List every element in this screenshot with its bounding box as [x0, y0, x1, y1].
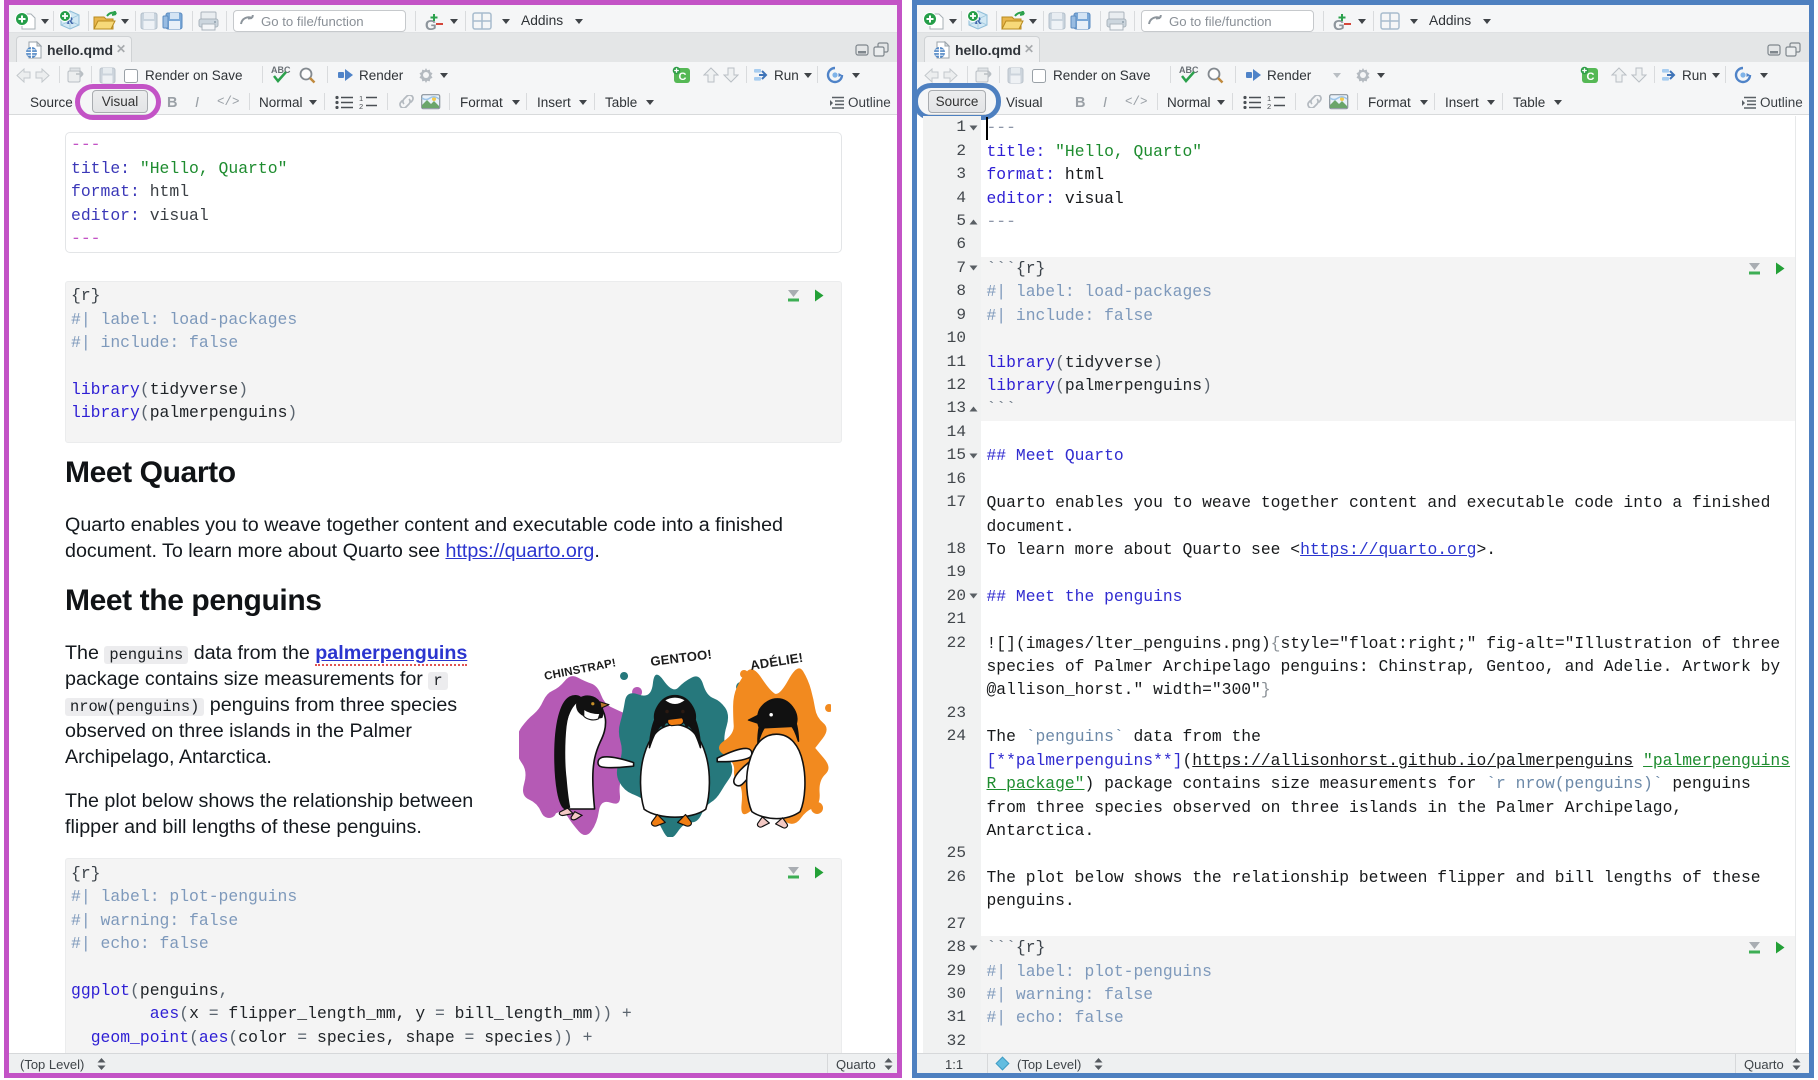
svg-text:ADÉLIE!: ADÉLIE! — [749, 650, 804, 673]
svg-text:2: 2 — [1267, 102, 1271, 110]
svg-text:GENTOO!: GENTOO! — [650, 647, 713, 669]
svg-text:ABC: ABC — [271, 65, 291, 75]
svg-text:C: C — [679, 71, 687, 83]
svg-text:2: 2 — [359, 102, 363, 110]
svg-text:ABC: ABC — [1179, 65, 1199, 75]
svg-text:C: C — [1587, 71, 1595, 83]
